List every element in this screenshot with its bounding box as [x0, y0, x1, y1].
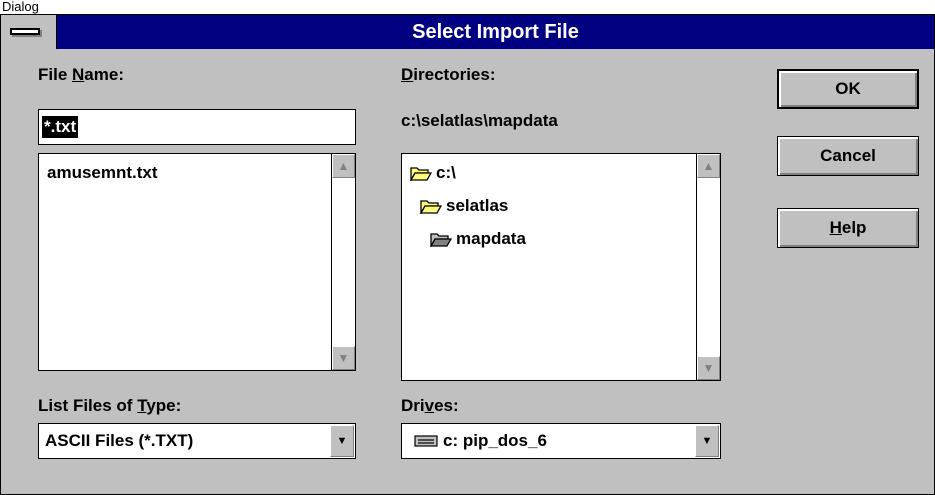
dialog-title: Select Import File	[412, 21, 579, 43]
scroll-down-arrow-icon[interactable]: ▼	[697, 356, 720, 380]
directories-label: Directories:	[401, 65, 496, 84]
file-type-label: List Files of Type:	[38, 396, 182, 415]
current-directory-path: c:\selatlas\mapdata	[401, 111, 558, 130]
drives-label: Drives:	[401, 396, 459, 415]
help-button[interactable]: Help	[777, 208, 919, 248]
title-bar: Select Import File	[1, 15, 934, 49]
file-list[interactable]: amusemnt.txt ▲ ▼	[38, 153, 356, 371]
cancel-button[interactable]: Cancel	[777, 136, 919, 176]
drives-value: c: pip_dos_6	[414, 424, 547, 458]
directory-item-selatlas[interactable]: selatlas	[420, 196, 508, 216]
file-type-select[interactable]: ASCII Files (*.TXT) ▼	[38, 423, 356, 459]
select-import-file-dialog: Select Import File File Name: *.txt amus…	[0, 14, 935, 495]
directory-list-scrollbar[interactable]: ▲ ▼	[696, 154, 720, 380]
open-folder-icon	[410, 167, 432, 181]
dropdown-arrow-icon[interactable]: ▼	[330, 425, 354, 457]
file-name-value: *.txt	[42, 116, 79, 138]
scroll-up-arrow-icon[interactable]: ▲	[332, 154, 355, 178]
file-list-scrollbar[interactable]: ▲ ▼	[331, 154, 355, 370]
directory-list[interactable]: c:\ selatlas mapdata ▲ ▼	[401, 153, 721, 381]
file-type-value: ASCII Files (*.TXT)	[45, 431, 194, 450]
directory-item-mapdata[interactable]: mapdata	[430, 229, 526, 249]
dropdown-arrow-icon[interactable]: ▼	[695, 425, 719, 457]
file-list-item[interactable]: amusemnt.txt	[47, 163, 158, 183]
caption-text: Dialog	[0, 0, 935, 14]
scroll-down-arrow-icon[interactable]: ▼	[332, 346, 355, 370]
open-folder-icon	[420, 200, 442, 214]
directory-item-root[interactable]: c:\	[410, 163, 456, 183]
file-name-input[interactable]: *.txt	[38, 109, 356, 145]
drive-icon	[414, 435, 438, 447]
ok-button[interactable]: OK	[777, 69, 919, 109]
file-name-label: File Name:	[38, 65, 124, 84]
system-menu-icon	[10, 28, 40, 35]
open-folder-icon	[430, 233, 452, 247]
scroll-up-arrow-icon[interactable]: ▲	[697, 154, 720, 178]
system-menu-button[interactable]	[1, 15, 57, 49]
drives-select[interactable]: c: pip_dos_6 ▼	[401, 423, 721, 459]
